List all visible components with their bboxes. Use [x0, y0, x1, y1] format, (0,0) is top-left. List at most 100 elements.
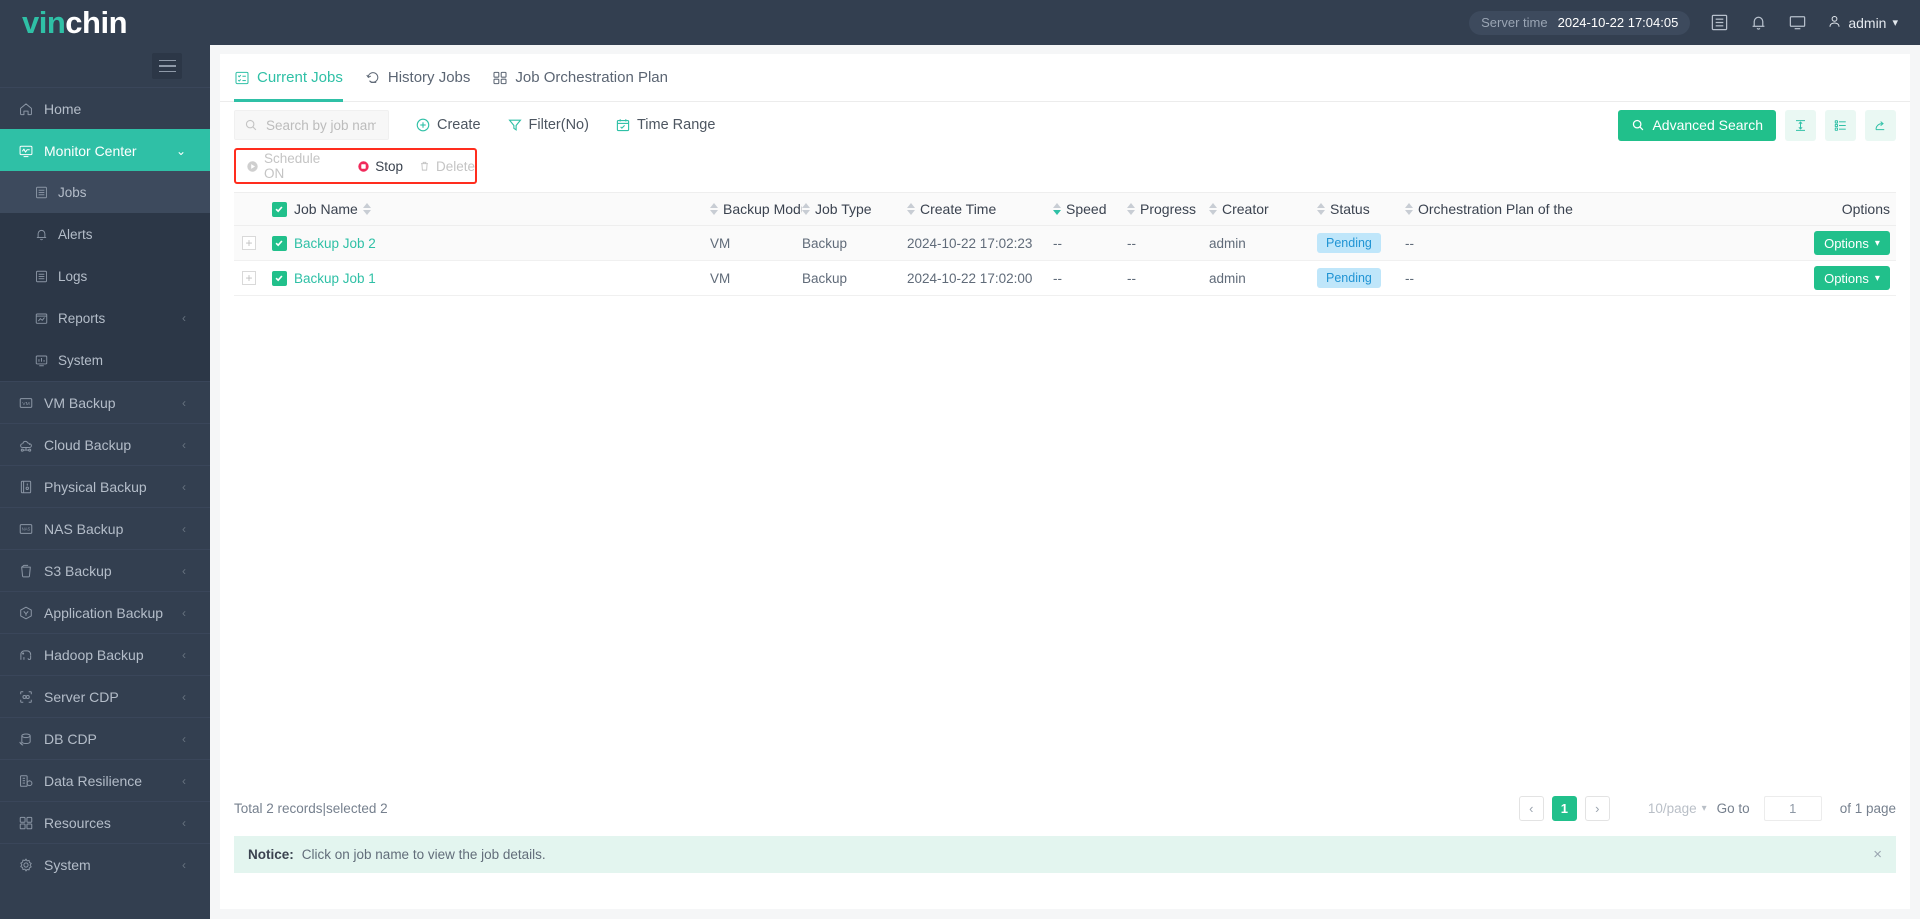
- sidebar-item-label: Server CDP: [44, 689, 182, 705]
- sidebar-item-s3-backup[interactable]: S3 Backup‹: [0, 549, 210, 591]
- sidebar-item-monitor-center[interactable]: Monitor Center⌄: [0, 129, 210, 171]
- sort-toggle-orch[interactable]: [1405, 203, 1413, 215]
- sidebar-item-home[interactable]: Home: [0, 87, 210, 129]
- sidebar-item-jobs[interactable]: Jobs: [0, 171, 210, 213]
- sidebar-item-label: System: [58, 353, 186, 368]
- column-header-status[interactable]: Status: [1317, 201, 1405, 217]
- column-header-progress[interactable]: Progress: [1127, 201, 1209, 217]
- hamburger-menu-icon[interactable]: [152, 53, 182, 79]
- options-button[interactable]: Options▾: [1814, 266, 1890, 290]
- sidebar: HomeMonitor Center⌄JobsAlertsLogsReports…: [0, 45, 210, 919]
- schedule-on-button[interactable]: Schedule ON: [246, 151, 342, 181]
- advanced-search-button[interactable]: Advanced Search: [1618, 110, 1776, 141]
- tab-label: Job Orchestration Plan: [515, 69, 668, 86]
- prev-page-button[interactable]: ‹: [1519, 796, 1544, 821]
- elephant-icon: [18, 647, 44, 663]
- filter-button[interactable]: Filter(No): [507, 117, 589, 133]
- column-settings-icon[interactable]: [1825, 110, 1856, 141]
- sort-toggle-module[interactable]: [710, 203, 718, 215]
- system-monitor-icon: [34, 353, 58, 368]
- job-name-link[interactable]: Backup Job 2: [294, 236, 376, 251]
- column-header-creator[interactable]: Creator: [1209, 201, 1317, 217]
- cell-job-name[interactable]: Backup Job 1: [294, 271, 710, 286]
- sidebar-item-application-backup[interactable]: Application Backup‹: [0, 591, 210, 633]
- close-icon[interactable]: ×: [1873, 846, 1882, 863]
- sidebar-item-reports[interactable]: Reports‹: [0, 297, 210, 339]
- column-header-orch[interactable]: Orchestration Plan of the: [1405, 201, 1577, 217]
- svg-text:VM: VM: [22, 400, 29, 406]
- column-header-type[interactable]: Job Type: [802, 201, 907, 217]
- row-checkbox[interactable]: [272, 236, 287, 251]
- sort-toggle-speed[interactable]: [1053, 203, 1061, 215]
- chevron-left-icon: ‹: [182, 606, 210, 620]
- row-expand-cell[interactable]: +: [234, 271, 264, 285]
- next-page-button[interactable]: ›: [1585, 796, 1610, 821]
- page-size-label: 10/page: [1648, 801, 1697, 816]
- user-menu[interactable]: admin ▾: [1827, 14, 1898, 32]
- chevron-left-icon: ‹: [182, 858, 210, 872]
- column-header-options[interactable]: Options: [1577, 201, 1896, 217]
- sort-toggle-name[interactable]: [363, 203, 371, 215]
- column-header-module[interactable]: Backup Modu: [710, 201, 802, 217]
- row-height-icon[interactable]: [1785, 110, 1816, 141]
- delete-label: Delete: [436, 159, 475, 174]
- sidebar-item-hadoop-backup[interactable]: Hadoop Backup‹: [0, 633, 210, 675]
- tab-history-jobs[interactable]: History Jobs: [365, 54, 471, 102]
- search-input[interactable]: [266, 118, 376, 133]
- sidebar-item-alerts[interactable]: Alerts: [0, 213, 210, 255]
- table-row: +Backup Job 1VMBackup2024-10-22 17:02:00…: [234, 261, 1896, 296]
- time-range-button[interactable]: Time Range: [615, 117, 715, 133]
- cell-create-time: 2024-10-22 17:02:00: [907, 271, 1053, 286]
- expand-row-icon[interactable]: +: [242, 236, 256, 250]
- column-header-label: Status: [1330, 201, 1370, 217]
- cell-job-name[interactable]: Backup Job 2: [294, 236, 710, 251]
- sort-toggle-ctime[interactable]: [907, 203, 915, 215]
- options-button[interactable]: Options▾: [1814, 231, 1890, 255]
- sidebar-item-cloud-backup[interactable]: Cloud Backup‹: [0, 423, 210, 465]
- app-logo[interactable]: vinchin: [0, 0, 210, 45]
- sort-toggle-status[interactable]: [1317, 203, 1325, 215]
- delete-button[interactable]: Delete: [418, 159, 475, 174]
- sidebar-item-physical-backup[interactable]: Physical Backup‹: [0, 465, 210, 507]
- row-select-cell[interactable]: [264, 271, 294, 286]
- column-header-name[interactable]: Job Name: [294, 201, 710, 217]
- expand-row-icon[interactable]: +: [242, 271, 256, 285]
- column-header-speed[interactable]: Speed: [1053, 201, 1127, 217]
- column-header-ctime[interactable]: Create Time: [907, 201, 1053, 217]
- create-button[interactable]: Create: [415, 117, 481, 133]
- cell-orchestration-plan: --: [1405, 236, 1577, 251]
- sort-toggle-creator[interactable]: [1209, 203, 1217, 215]
- monitor-center-icon: [18, 143, 44, 159]
- sidebar-item-data-resilience[interactable]: Data Resilience‹: [0, 759, 210, 801]
- sidebar-item-nas-backup[interactable]: NASNAS Backup‹: [0, 507, 210, 549]
- bell-icon[interactable]: [1749, 13, 1768, 32]
- row-checkbox[interactable]: [272, 271, 287, 286]
- sort-toggle-progress[interactable]: [1127, 203, 1135, 215]
- list-icon[interactable]: [1710, 13, 1729, 32]
- row-expand-cell[interactable]: +: [234, 236, 264, 250]
- select-all-cell[interactable]: [264, 202, 294, 217]
- stop-button[interactable]: Stop: [357, 159, 403, 174]
- sidebar-item-logs[interactable]: Logs: [0, 255, 210, 297]
- monitor-icon[interactable]: [1788, 13, 1807, 32]
- sidebar-item-vm-backup[interactable]: VMVM Backup‹: [0, 381, 210, 423]
- export-icon[interactable]: [1865, 110, 1896, 141]
- tab-current-jobs[interactable]: Current Jobs: [234, 54, 343, 102]
- page-1-button[interactable]: 1: [1552, 796, 1577, 821]
- job-name-link[interactable]: Backup Job 1: [294, 271, 376, 286]
- sidebar-item-db-cdp[interactable]: DB CDP‹: [0, 717, 210, 759]
- search-box[interactable]: [234, 110, 389, 140]
- sidebar-item-server-cdp[interactable]: Server CDP‹: [0, 675, 210, 717]
- sort-toggle-type[interactable]: [802, 203, 810, 215]
- tab-job-orchestration-plan[interactable]: Job Orchestration Plan: [492, 54, 668, 102]
- sidebar-item-resources[interactable]: Resources‹: [0, 801, 210, 843]
- row-select-cell[interactable]: [264, 236, 294, 251]
- sidebar-item-system[interactable]: System: [0, 339, 210, 381]
- cloud-icon: [18, 437, 44, 453]
- sidebar-item-system[interactable]: System‹: [0, 843, 210, 885]
- page-size-select[interactable]: 10/page ▾: [1648, 801, 1707, 816]
- sidebar-item-label: NAS Backup: [44, 521, 182, 537]
- goto-page-input[interactable]: [1764, 796, 1822, 821]
- select-all-checkbox[interactable]: [272, 202, 287, 217]
- cell-backup-module: VM: [710, 271, 802, 286]
